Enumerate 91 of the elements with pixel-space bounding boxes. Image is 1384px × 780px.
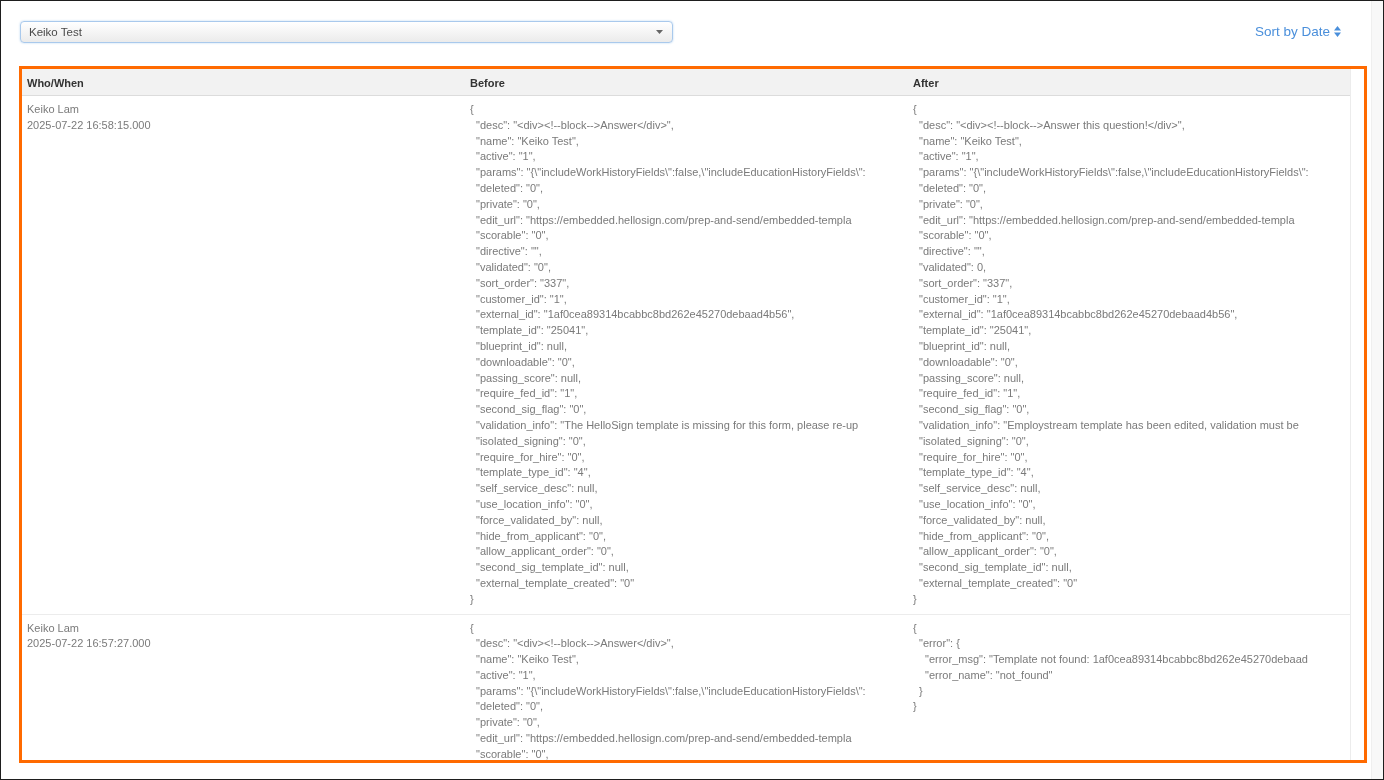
- code-line: "downloadable": "0",: [476, 354, 575, 370]
- code-line: "error_msg": "Template not found: 1af0cea89314bcabbc8bd262e45270debaad: [925, 652, 1308, 668]
- code-line: "validated": 0,: [919, 259, 987, 275]
- column-header: Before: [470, 77, 505, 89]
- code-line: "hide_from_applicant": "0",: [476, 528, 606, 544]
- code-line: "template_type_id": "4",: [919, 465, 1034, 481]
- column-header: After: [913, 77, 939, 89]
- code-line: "name": "Keiko Test",: [919, 133, 1022, 149]
- code-line: "scorable": "0",: [919, 228, 992, 244]
- code-line: "allow_applicant_order": "0",: [919, 544, 1057, 560]
- code-line: "active": "1",: [919, 149, 979, 165]
- code-line: "external_template_created": "0": [919, 575, 1078, 591]
- timestamp: 2025-07-22 16:57:27.000: [27, 636, 151, 652]
- code-line: "params": "{\"includeWorkHistoryFields\":false,\"includeEducationHistoryFields\":: [919, 165, 1309, 181]
- code-line: "template_id": "25041",: [476, 323, 589, 339]
- code-line: "self_service_desc": null,: [919, 481, 1041, 497]
- code-line: "edit_url": "https://embedded.hellosign.com/prep-and-send/embedded-templa: [919, 212, 1295, 228]
- code-line: "name": "Keiko Test",: [476, 133, 579, 149]
- code-line: "external_id": "1af0cea89314bcabbc8bd262e45270debaad4b56",: [476, 307, 795, 323]
- code-line: "error_name": "not_found": [925, 667, 1053, 683]
- code-line: "require_for_hire": "0",: [476, 449, 585, 465]
- code-line: "scorable": "0",: [476, 228, 549, 244]
- user-name: Keiko Lam: [27, 102, 79, 117]
- code-line: "template_id": "25041",: [919, 323, 1032, 339]
- code-line: "sort_order": "337",: [919, 275, 1013, 291]
- code-line: "error": {: [919, 636, 960, 652]
- code-line: "desc": "<div><!--block-->Answer this question!</div>",: [919, 117, 1185, 133]
- code-line: "customer_id": "1",: [919, 291, 1010, 307]
- code-line: "template_type_id": "4",: [476, 465, 591, 481]
- code-line: "directive": "",: [919, 244, 985, 260]
- code-line: "passing_score": null,: [919, 370, 1025, 386]
- code-line: "use_location_info": "0",: [476, 496, 593, 512]
- code-line: "second_sig_flag": "0",: [919, 402, 1030, 418]
- code-line: "isolated_signing": "0",: [476, 433, 586, 449]
- code-line: {: [470, 620, 474, 636]
- timestamp: 2025-07-22 16:58:15.000: [27, 117, 151, 133]
- code-line: "allow_applicant_order": "0",: [476, 544, 614, 560]
- code-line: "force_validated_by": null,: [919, 512, 1046, 528]
- code-line: "second_sig_flag": "0",: [476, 402, 587, 418]
- code-line: "name": "Keiko Test",: [476, 652, 579, 668]
- code-line: "blueprint_id": null,: [476, 338, 567, 354]
- template-select[interactable]: Keiko Test: [20, 21, 673, 43]
- code-line: "hide_from_applicant": "0",: [919, 528, 1049, 544]
- caret-icon: [656, 30, 663, 34]
- code-line: "deleted": "0",: [476, 181, 543, 196]
- code-line: "validation_info": "The HelloSign template is missing for this form, please re-up: [476, 417, 859, 433]
- sort-icon: [1334, 25, 1341, 37]
- column-header: Who/When: [27, 77, 84, 89]
- user-name: Keiko Lam: [27, 620, 79, 636]
- code-line: "validated": "0",: [476, 259, 551, 275]
- scrollbar-track[interactable]: [1371, 1, 1383, 779]
- code-line: "downloadable": "0",: [919, 354, 1018, 370]
- code-line: "second_sig_template_id": null,: [476, 560, 629, 576]
- code-line: "self_service_desc": null,: [476, 481, 598, 497]
- code-line: "edit_url": "https://embedded.hellosign.com/prep-and-send/embedded-templa: [476, 212, 852, 228]
- code-line: "params": "{\"includeWorkHistoryFields\":false,\"includeEducationHistoryFields\":: [476, 683, 866, 699]
- code-line: "edit_url": "https://embedded.hellosign.com/prep-and-send/embedded-templa: [476, 731, 852, 747]
- code-line: }: [470, 591, 474, 607]
- code-line: "desc": "<div><!--block-->Answer</div>",: [476, 636, 674, 652]
- code-line: "isolated_signing": "0",: [919, 433, 1029, 449]
- code-line: "use_location_info": "0",: [919, 496, 1036, 512]
- code-line: "desc": "<div><!--block-->Answer</div>",: [476, 117, 674, 133]
- code-line: "deleted": "0",: [476, 699, 543, 715]
- code-line: "params": "{\"includeWorkHistoryFields\":false,\"includeEducationHistoryFields\":: [476, 165, 866, 181]
- code-line: "second_sig_template_id": null,: [919, 560, 1072, 576]
- code-line: "deleted": "0",: [919, 181, 986, 196]
- code-line: "validation_info": "Employstream template has been edited, validation must be: [919, 417, 1299, 433]
- code-line: }: [919, 683, 923, 699]
- code-line: "require_fed_id": "1",: [919, 386, 1021, 402]
- code-line: }: [913, 699, 917, 715]
- code-line: {: [913, 620, 917, 636]
- code-line: "private": "0",: [476, 196, 540, 212]
- code-line: "require_fed_id": "1",: [476, 386, 578, 402]
- code-line: "external_id": "1af0cea89314bcabbc8bd262e45270debaad4b56",: [919, 307, 1238, 323]
- code-line: "blueprint_id": null,: [919, 338, 1010, 354]
- code-line: "passing_score": null,: [476, 370, 582, 386]
- code-line: "scorable": "0",: [476, 746, 549, 760]
- code-line: {: [470, 102, 474, 117]
- sort-link[interactable]: Sort by Date: [1254, 23, 1341, 39]
- code-line: "force_validated_by": null,: [476, 512, 603, 528]
- code-line: "active": "1",: [476, 667, 536, 683]
- code-line: {: [913, 102, 917, 117]
- code-line: "external_template_created": "0": [476, 575, 635, 591]
- code-line: "require_for_hire": "0",: [919, 449, 1028, 465]
- code-line: "private": "0",: [476, 715, 540, 731]
- code-line: "private": "0",: [919, 196, 983, 212]
- code-line: "customer_id": "1",: [476, 291, 567, 307]
- code-line: "directive": "",: [476, 244, 542, 260]
- code-line: "active": "1",: [476, 149, 536, 165]
- code-line: "sort_order": "337",: [476, 275, 570, 291]
- code-line: }: [913, 591, 917, 607]
